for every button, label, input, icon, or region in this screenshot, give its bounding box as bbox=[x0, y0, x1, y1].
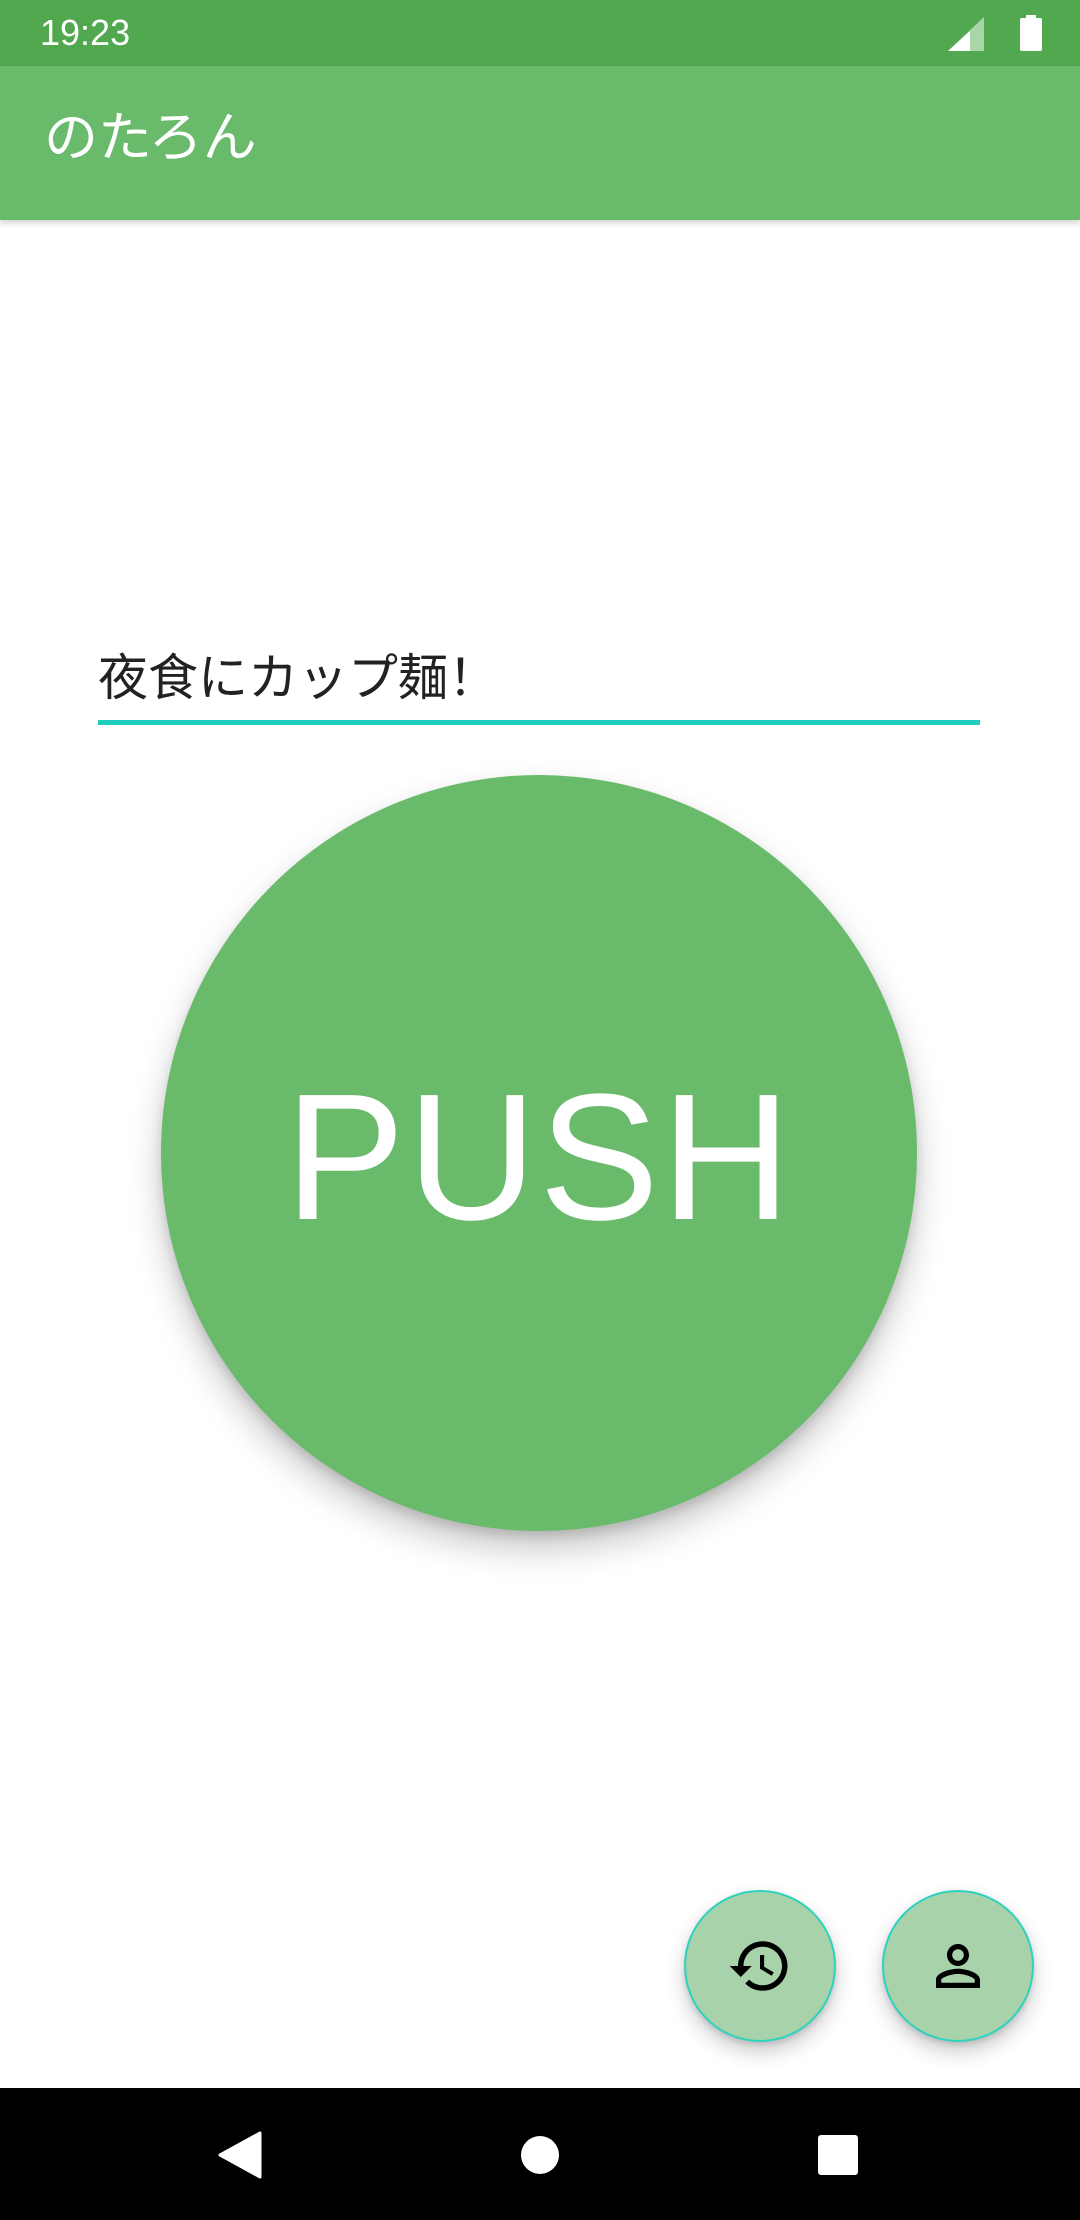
cellular-signal-icon bbox=[948, 17, 984, 51]
history-icon bbox=[729, 1941, 788, 1991]
account-icon bbox=[936, 1944, 980, 1988]
nav-home-button[interactable] bbox=[505, 2120, 575, 2190]
back-icon bbox=[218, 2131, 262, 2179]
push-button[interactable]: PUSH bbox=[161, 775, 917, 1531]
nav-back-button[interactable] bbox=[205, 2120, 275, 2190]
message-input[interactable]: 夜食にカップ麺！ bbox=[98, 640, 980, 725]
navigation-bar bbox=[0, 2088, 1080, 2220]
recents-icon bbox=[818, 2135, 858, 2175]
history-button[interactable] bbox=[684, 1890, 836, 2042]
status-time: 19:23 bbox=[40, 12, 131, 53]
push-button-label: PUSH bbox=[284, 1057, 794, 1258]
account-button[interactable] bbox=[882, 1890, 1034, 2042]
home-icon bbox=[521, 2136, 559, 2174]
status-bar: 19:23 bbox=[0, 0, 1080, 66]
app-title: のたろん bbox=[44, 106, 257, 169]
app-bar: のたろん bbox=[0, 66, 1080, 220]
main-content: 夜食にカップ麺！ PUSH bbox=[0, 220, 1080, 2088]
message-input-value: 夜食にカップ麺！ bbox=[98, 649, 498, 707]
nav-recents-button[interactable] bbox=[803, 2120, 873, 2190]
battery-icon bbox=[1020, 15, 1042, 51]
